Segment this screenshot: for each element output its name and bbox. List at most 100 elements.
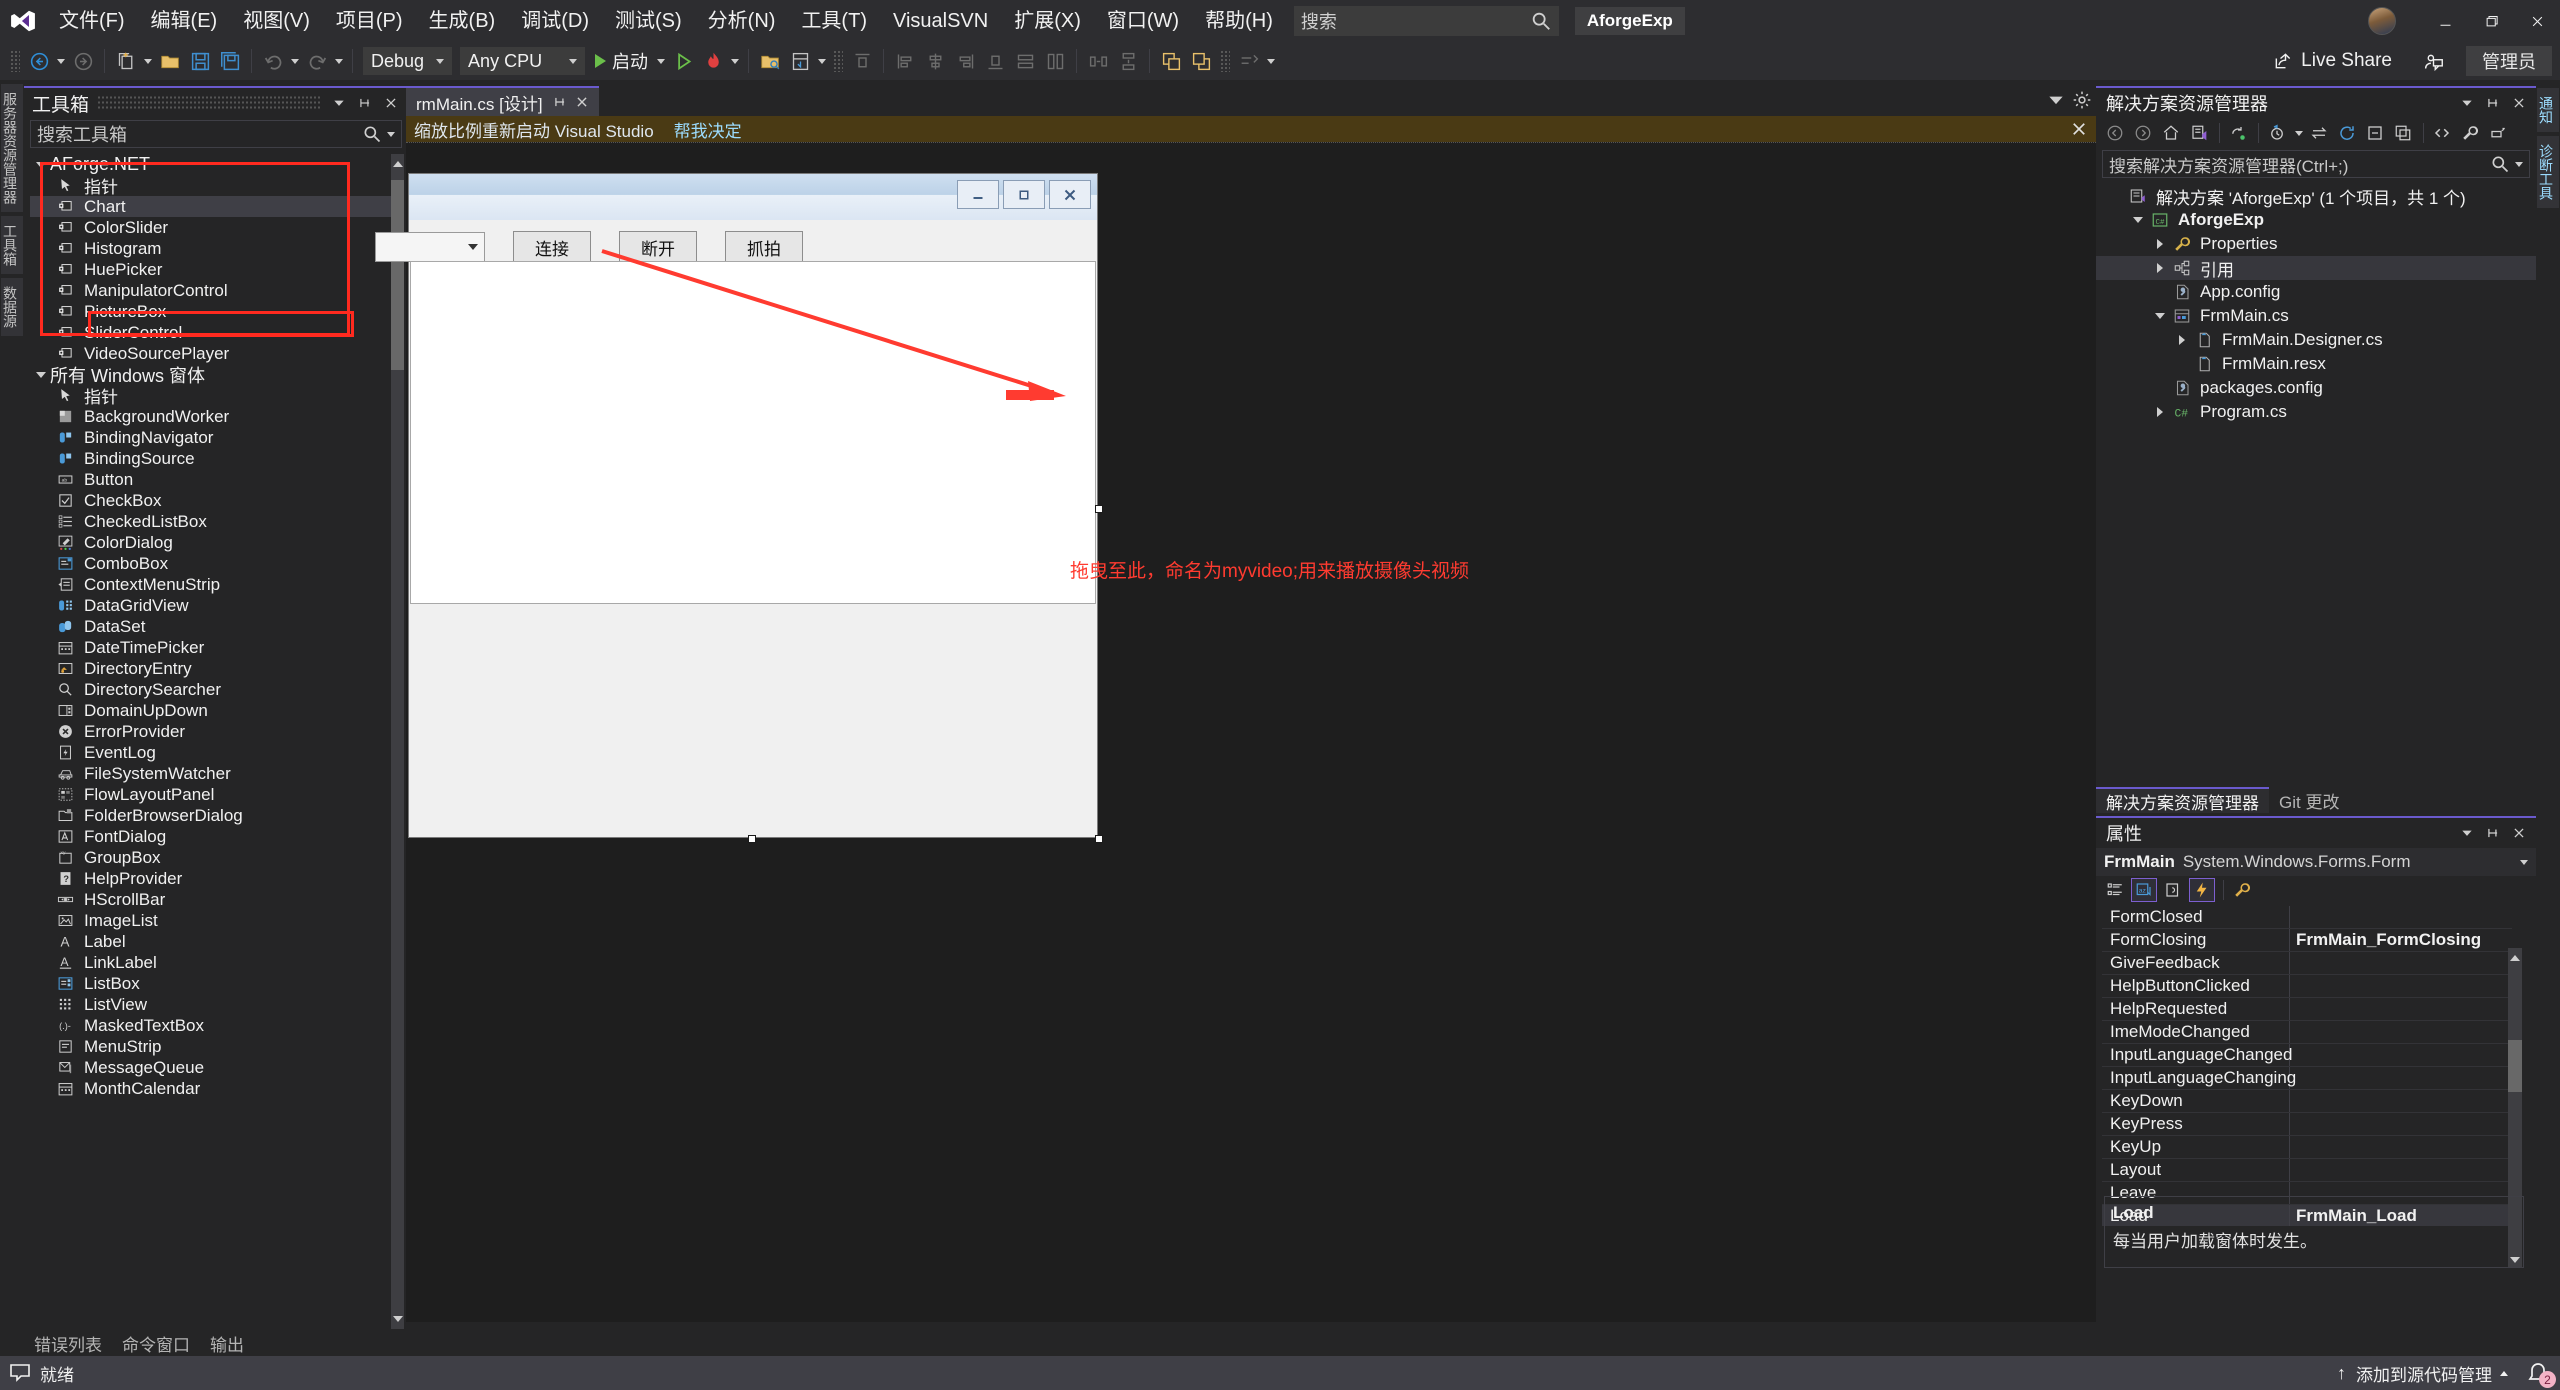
menu-item-help[interactable]: 帮助(H)	[1192, 0, 1286, 42]
tab-solution-explorer[interactable]: 解决方案资源管理器	[2096, 787, 2269, 813]
toolbox-item-linklabel[interactable]: A LinkLabel	[30, 952, 398, 973]
toolbox-group-all-windows-forms[interactable]: 所有 Windows 窗体	[30, 364, 398, 386]
menu-item-extensions[interactable]: 扩展(X)	[1001, 0, 1094, 42]
chevron-up-icon[interactable]	[2500, 1370, 2508, 1376]
toolbox-item-folderbrowserdialog[interactable]: FolderBrowserDialog	[30, 805, 398, 826]
add-to-source-control-label[interactable]: 添加到源代码管理	[2356, 1361, 2492, 1386]
menu-item-visualsvn[interactable]: VisualSVN	[880, 0, 1001, 42]
toolbox-item-checkedlistbox[interactable]: CheckedListBox	[30, 511, 398, 532]
toolbox-item-datagridview[interactable]: DataGridView	[30, 595, 398, 616]
menu-item-build[interactable]: 生成(B)	[416, 0, 509, 42]
solution-tree[interactable]: 解决方案 'AforgeExp' (1 个项目，共 1 个) C# AforgeEx…	[2096, 180, 2536, 424]
back-icon[interactable]	[2102, 120, 2128, 146]
start-debug-button[interactable]: 启动	[589, 46, 654, 76]
property-row[interactable]: ImeModeChanged	[2102, 1021, 2512, 1044]
solution-node-properties[interactable]: Properties	[2096, 232, 2536, 256]
make-same-width-icon[interactable]	[1010, 46, 1040, 76]
restore-button[interactable]	[2468, 0, 2514, 42]
menu-item-project[interactable]: 项目(P)	[323, 0, 416, 42]
solution-node-packages.config[interactable]: packages.config	[2096, 376, 2536, 400]
bring-to-front-icon[interactable]	[1156, 46, 1186, 76]
toolbox-item-maskedtextbox[interactable]: (.)- MaskedTextBox	[30, 1015, 398, 1036]
scroll-up-icon[interactable]	[391, 156, 404, 172]
sidebar-tab-toolbox[interactable]: 工具箱	[1, 216, 23, 274]
tab-frmmain-design[interactable]: rmMain.cs [设计]	[406, 86, 599, 116]
active-files-chevron-icon[interactable]	[2046, 90, 2066, 110]
menu-item-tools[interactable]: 工具(T)	[788, 0, 880, 42]
toolbar-grip[interactable]	[10, 50, 20, 72]
undo-icon[interactable]	[258, 46, 288, 76]
solution-node-program.cs[interactable]: C# Program.cs	[2096, 400, 2536, 424]
vertical-spacing-icon[interactable]	[1113, 46, 1143, 76]
refresh-icon[interactable]	[2334, 120, 2360, 146]
chevron-down-icon[interactable]	[2456, 92, 2478, 114]
pin-icon[interactable]	[354, 92, 376, 114]
chevron-down-icon[interactable]	[2456, 822, 2478, 844]
toolbox-scrollbar[interactable]	[391, 154, 404, 1329]
save-all-icon[interactable]	[215, 46, 245, 76]
property-pages-icon[interactable]	[2229, 878, 2255, 902]
navigate-back-icon[interactable]	[24, 46, 54, 76]
property-row[interactable]: HelpButtonClicked	[2102, 975, 2512, 998]
property-value[interactable]	[2290, 998, 2512, 1020]
toolbox-item-monthcalendar[interactable]: MonthCalendar	[30, 1078, 398, 1099]
connect-button[interactable]: 连接	[513, 231, 591, 263]
property-value[interactable]	[2290, 1067, 2512, 1089]
save-icon[interactable]	[185, 46, 215, 76]
scroll-down-icon[interactable]	[391, 1311, 404, 1327]
toolbox-item-filesystemwatcher[interactable]: FileSystemWatcher	[30, 763, 398, 784]
close-icon[interactable]	[2508, 822, 2530, 844]
resize-handle-bottom[interactable]	[748, 835, 756, 843]
menu-item-window[interactable]: 窗口(W)	[1094, 0, 1192, 42]
minimize-button[interactable]	[2422, 0, 2468, 42]
chevron-right-icon[interactable]	[2150, 407, 2170, 417]
toolbox-item-bindingnavigator[interactable]: BindingNavigator	[30, 427, 398, 448]
start-debug-dropdown[interactable]	[654, 46, 668, 76]
design-form-window[interactable]: 连接 断开 抓拍	[375, 173, 1103, 843]
sidebar-tab-data-sources[interactable]: 数据源	[1, 278, 23, 336]
send-to-back-icon[interactable]	[1186, 46, 1216, 76]
toolbox-item-chart[interactable]: Chart	[30, 196, 398, 217]
tab-output[interactable]: 输出	[200, 1331, 254, 1355]
property-value[interactable]	[2290, 1090, 2512, 1112]
close-icon[interactable]	[2070, 120, 2088, 138]
align-bottoms-icon[interactable]	[980, 46, 1010, 76]
property-value[interactable]	[2290, 952, 2512, 974]
toolbox-item-errorprovider[interactable]: ErrorProvider	[30, 721, 398, 742]
solution-node-frmmain.designer.cs[interactable]: FrmMain.Designer.cs	[2096, 328, 2536, 352]
sidebar-tab-diagnostic-tools[interactable]: 诊断工具	[2537, 136, 2559, 208]
solution-view-icon[interactable]	[2186, 120, 2212, 146]
horizontal-spacing-icon[interactable]	[1083, 46, 1113, 76]
open-file-icon[interactable]	[155, 46, 185, 76]
property-row[interactable]: FormClosing FrmMain_FormClosing	[2102, 929, 2512, 952]
toolbox-group-aforge-net[interactable]: AForge.NET	[30, 154, 398, 175]
toolbox-item-combobox[interactable]: ComboBox	[30, 553, 398, 574]
property-row[interactable]: KeyPress	[2102, 1113, 2512, 1136]
disconnect-button[interactable]: 断开	[619, 231, 697, 263]
properties-wrench-icon[interactable]	[2457, 120, 2483, 146]
alphabetical-view-icon[interactable]: az	[2131, 878, 2157, 902]
tab-error-list[interactable]: 错误列表	[24, 1331, 112, 1355]
align-top-icon[interactable]	[847, 46, 877, 76]
toolbox-item-listbox[interactable]: ListBox	[30, 973, 398, 994]
chevron-down-icon[interactable]	[2128, 217, 2148, 223]
toolbox-item-domainupdown[interactable]: DomainUpDown	[30, 700, 398, 721]
navigate-back-dropdown[interactable]	[54, 46, 68, 76]
hot-reload-icon[interactable]	[698, 46, 728, 76]
menu-item-file[interactable]: 文件(F)	[46, 0, 138, 42]
property-value[interactable]	[2290, 1136, 2512, 1158]
toolbox-item-manipulatorcontrol[interactable]: ManipulatorControl	[30, 280, 398, 301]
toolbox-item-picturebox[interactable]: PictureBox	[30, 301, 398, 322]
solution-explorer-search-input[interactable]: 搜索解决方案资源管理器(Ctrl+;)	[2102, 150, 2530, 178]
undo-dropdown[interactable]	[288, 46, 302, 76]
property-value[interactable]	[2290, 1021, 2512, 1043]
notifications-button[interactable]: 2	[2526, 1360, 2556, 1388]
menu-item-view[interactable]: 视图(V)	[230, 0, 323, 42]
toolbox-item-datetimepicker[interactable]: DateTimePicker	[30, 637, 398, 658]
navigate-forward-icon[interactable]	[68, 46, 98, 76]
toolbox-item-listview[interactable]: ListView	[30, 994, 398, 1015]
toolbox-item-slidercontrol[interactable]: SliderControl	[30, 322, 398, 343]
menu-item-debug[interactable]: 调试(D)	[508, 0, 602, 42]
toolbox-item-groupbox[interactable]: xy GroupBox	[30, 847, 398, 868]
chevron-down-icon[interactable]	[2150, 313, 2170, 319]
